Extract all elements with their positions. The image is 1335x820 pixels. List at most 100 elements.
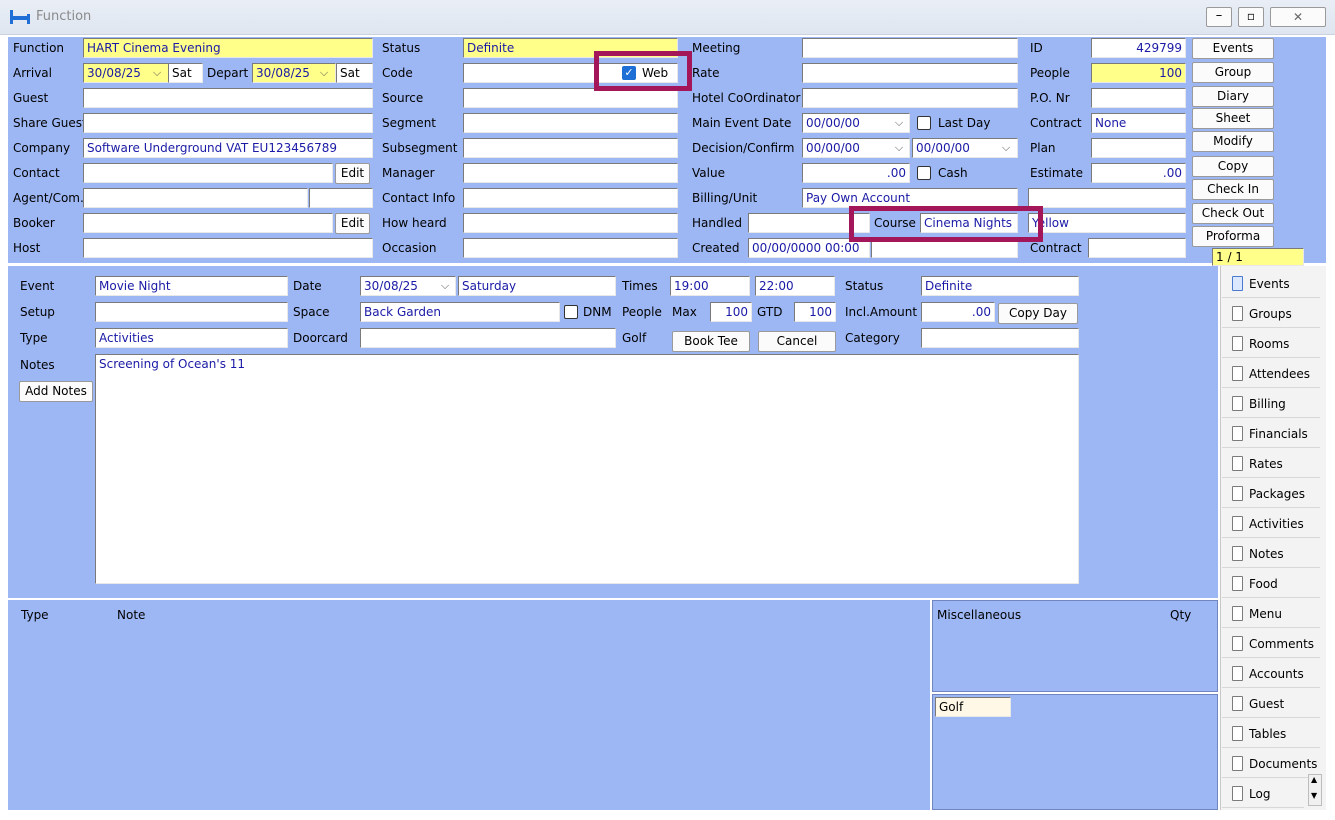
event-label: Event — [20, 279, 55, 293]
course-color-field[interactable]: Yellow — [1028, 213, 1186, 233]
event-field[interactable]: Movie Night — [95, 276, 288, 296]
how-heard-field[interactable] — [463, 213, 678, 233]
close-button[interactable]: ✕ — [1270, 7, 1326, 27]
group-button[interactable]: Group — [1192, 62, 1274, 83]
nav-item-attendees[interactable]: Attendees — [1222, 360, 1320, 388]
event-date-dropdown-icon[interactable]: ⌵ — [437, 279, 453, 295]
meeting-field[interactable] — [802, 38, 1018, 58]
cash-checkbox[interactable] — [917, 166, 931, 180]
cancel-button[interactable]: Cancel — [758, 331, 836, 352]
people-field[interactable]: 100 — [1091, 63, 1186, 83]
scroll-up-icon[interactable]: ▲ — [1311, 775, 1317, 784]
nav-item-rates[interactable]: Rates — [1222, 450, 1320, 478]
host-field[interactable] — [83, 238, 373, 258]
copy-button[interactable]: Copy — [1192, 156, 1274, 177]
events-button[interactable]: Events — [1192, 38, 1274, 59]
scroll-down-icon[interactable]: ▼ — [1311, 791, 1317, 800]
nav-item-notes[interactable]: Notes — [1222, 540, 1320, 568]
add-notes-button[interactable]: Add Notes — [19, 381, 93, 402]
nav-item-rooms[interactable]: Rooms — [1222, 330, 1320, 358]
main-event-dropdown-icon[interactable]: ⌵ — [891, 116, 907, 132]
contract-field[interactable]: None — [1091, 113, 1186, 133]
decision-dropdown-icon[interactable]: ⌵ — [891, 141, 907, 157]
estimate-field[interactable]: .00 — [1091, 163, 1186, 183]
category-label: Category — [845, 331, 900, 345]
minimize-button[interactable]: – — [1206, 7, 1232, 27]
manager-field[interactable] — [463, 163, 678, 183]
nav-item-documents[interactable]: Documents — [1222, 750, 1320, 778]
nav-item-food[interactable]: Food — [1222, 570, 1320, 598]
nav-item-financials[interactable]: Financials — [1222, 420, 1320, 448]
setup-field[interactable] — [95, 302, 288, 322]
booker-field[interactable] — [83, 213, 333, 233]
last-day-label: Last Day — [938, 116, 991, 130]
max-field[interactable]: 100 — [710, 302, 752, 322]
check-out-button[interactable]: Check Out — [1192, 203, 1274, 224]
golf-tab[interactable]: Golf — [935, 697, 1011, 717]
segment-field[interactable] — [463, 113, 678, 133]
doorcard-field[interactable] — [360, 328, 616, 348]
guest-field[interactable] — [83, 88, 373, 108]
incl-amount-field[interactable]: .00 — [921, 302, 995, 322]
agent-commission-field[interactable] — [309, 188, 373, 208]
hotel-coordinator-field[interactable] — [802, 88, 1018, 108]
nav-item-tables[interactable]: Tables — [1222, 720, 1320, 748]
arrival-dropdown-icon[interactable]: ⌵ — [149, 66, 165, 82]
nav-item-events[interactable]: Events — [1222, 270, 1320, 298]
contact-edit-button[interactable]: Edit — [335, 163, 370, 184]
po-field[interactable] — [1091, 88, 1186, 108]
nav-item-activities[interactable]: Activities — [1222, 510, 1320, 538]
contact-field[interactable] — [83, 163, 333, 183]
sheet-button[interactable]: Sheet — [1192, 108, 1274, 129]
contact-info-field[interactable] — [463, 188, 678, 208]
nav-item-packages[interactable]: Packages — [1222, 480, 1320, 508]
source-field[interactable] — [463, 88, 678, 108]
nav-item-guest[interactable]: Guest — [1222, 690, 1320, 718]
nav-scrollbar[interactable]: ▲ ▼ — [1308, 774, 1322, 806]
confirm-dropdown-icon[interactable]: ⌵ — [998, 141, 1014, 157]
book-tee-button[interactable]: Book Tee — [672, 331, 750, 352]
last-day-checkbox[interactable] — [917, 116, 931, 130]
contract2-field[interactable] — [1088, 238, 1186, 258]
category-field[interactable] — [921, 328, 1079, 348]
modify-button[interactable]: Modify — [1192, 131, 1274, 152]
occasion-field[interactable] — [463, 238, 678, 258]
value-field[interactable]: .00 — [802, 163, 910, 183]
nav-item-log[interactable]: Log — [1222, 780, 1304, 808]
time-from-field[interactable]: 19:00 — [670, 276, 750, 296]
booker-edit-button[interactable]: Edit — [335, 213, 370, 234]
nav-item-accounts[interactable]: Accounts — [1222, 660, 1320, 688]
page-icon — [1232, 306, 1243, 321]
type-field[interactable]: Activities — [95, 328, 288, 348]
event-status-field[interactable]: Definite — [921, 276, 1079, 296]
notes-area[interactable]: Screening of Ocean's 11 — [95, 354, 1079, 584]
subsegment-field[interactable] — [463, 138, 678, 158]
event-people-label: People — [622, 305, 662, 319]
rate-field[interactable] — [802, 63, 1018, 83]
nav-item-comments[interactable]: Comments — [1222, 630, 1320, 658]
dnm-checkbox[interactable] — [564, 305, 578, 319]
time-to-field[interactable]: 22:00 — [755, 276, 835, 296]
billing-unit-label: Billing/Unit — [692, 191, 758, 205]
nav-item-menu[interactable]: Menu — [1222, 600, 1320, 628]
plan-field[interactable] — [1091, 138, 1186, 158]
diary-button[interactable]: Diary — [1192, 86, 1274, 107]
space-field[interactable]: Back Garden — [360, 302, 560, 322]
maximize-button[interactable]: ▫ — [1238, 7, 1264, 27]
share-guest-field[interactable] — [83, 113, 373, 133]
blank-field[interactable] — [1028, 188, 1186, 208]
booker-label: Booker — [13, 216, 55, 230]
nav-item-groups[interactable]: Groups — [1222, 300, 1320, 328]
company-field[interactable]: Software Underground VAT EU123456789 — [83, 138, 373, 158]
contract2-label: Contract — [1030, 241, 1082, 255]
billing-unit-field[interactable]: Pay Own Account — [802, 188, 1018, 208]
copy-day-button[interactable]: Copy Day — [998, 303, 1078, 324]
depart-dropdown-icon[interactable]: ⌵ — [316, 66, 332, 82]
gtd-field[interactable]: 100 — [794, 302, 836, 322]
nav-item-billing[interactable]: Billing — [1222, 390, 1320, 418]
agent-field[interactable] — [83, 188, 308, 208]
check-in-button[interactable]: Check In — [1192, 179, 1274, 200]
notes-text: Screening of Ocean's 11 — [99, 357, 246, 371]
function-field[interactable]: HART Cinema Evening — [83, 38, 373, 58]
proforma-button[interactable]: Proforma — [1192, 226, 1274, 247]
